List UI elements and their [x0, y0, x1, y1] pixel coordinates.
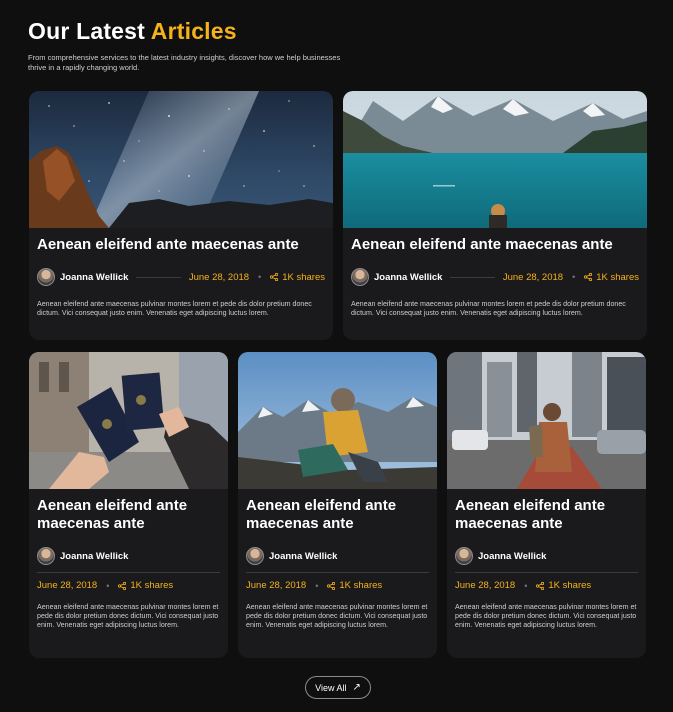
- share-icon: [584, 273, 593, 281]
- view-all-label: View All: [315, 682, 347, 693]
- article-date: June 28, 2018: [37, 580, 98, 591]
- article-author: Joanna Wellick: [374, 271, 443, 283]
- article-author: Joanna Wellick: [60, 271, 129, 283]
- share-icon: [327, 581, 336, 590]
- avatar: [37, 547, 55, 565]
- article-image-city-street[interactable]: [447, 352, 646, 489]
- article-shares[interactable]: 1K shares: [327, 580, 382, 591]
- article-meta: Joanna Wellick June 28, 2018 • 1K shares: [37, 268, 325, 286]
- article-meta-secondary: June 28, 2018 • 1K shares: [455, 572, 638, 591]
- article-author: Joanna Wellick: [478, 550, 547, 562]
- article-image-mountain-lake[interactable]: [343, 91, 647, 228]
- title-main: Our Latest: [28, 18, 146, 44]
- articles-grid-bottom: Aenean eleifend ante maecenas ante Joann…: [29, 352, 647, 658]
- article-meta: Joanna Wellick June 28, 2018 • 1K shares: [351, 268, 639, 286]
- meta-separator: •: [572, 272, 576, 282]
- article-shares[interactable]: 1K shares: [270, 272, 325, 283]
- article-excerpt: Aenean eleifend ante maecenas pulvinar m…: [37, 603, 219, 629]
- article-meta-secondary: June 28, 2018 • 1K shares: [246, 572, 429, 591]
- article-meta-secondary: June 28, 2018 • 1K shares: [37, 572, 220, 591]
- article-body: Aenean eleifend ante maecenas ante Joann…: [238, 489, 437, 630]
- article-date: June 28, 2018: [455, 580, 516, 591]
- article-shares[interactable]: 1K shares: [584, 272, 639, 283]
- article-excerpt: Aenean eleifend ante maecenas pulvinar m…: [37, 300, 312, 317]
- arrow-up-right-icon: ↗: [352, 682, 361, 693]
- shares-label: 1K shares: [130, 580, 174, 591]
- meta-divider: [136, 276, 181, 278]
- article-excerpt: Aenean eleifend ante maecenas pulvinar m…: [455, 603, 637, 629]
- article-body: Aenean eleifend ante maecenas ante Joann…: [343, 228, 647, 318]
- article-title[interactable]: Aenean eleifend ante maecenas ante: [246, 497, 429, 533]
- article-excerpt: Aenean eleifend ante maecenas pulvinar m…: [246, 603, 428, 629]
- article-card[interactable]: Aenean eleifend ante maecenas ante Joann…: [343, 91, 647, 340]
- article-card[interactable]: Aenean eleifend ante maecenas ante Joann…: [238, 352, 437, 658]
- article-body: Aenean eleifend ante maecenas ante Joann…: [29, 228, 333, 318]
- avatar: [351, 268, 369, 286]
- articles-grid-top: Aenean eleifend ante maecenas ante Joann…: [29, 91, 647, 340]
- article-card[interactable]: Aenean eleifend ante maecenas ante Joann…: [29, 91, 333, 340]
- page-title: Our Latest Articles: [28, 18, 647, 45]
- article-meta: Joanna Wellick: [37, 547, 220, 565]
- avatar: [455, 547, 473, 565]
- section-header: Our Latest Articles From comprehensive s…: [28, 18, 647, 73]
- article-shares[interactable]: 1K shares: [118, 580, 173, 591]
- article-image-night-sky[interactable]: [29, 91, 333, 228]
- article-date: June 28, 2018: [246, 580, 307, 591]
- article-title[interactable]: Aenean eleifend ante maecenas ante: [37, 497, 220, 533]
- share-icon: [536, 581, 545, 590]
- article-body: Aenean eleifend ante maecenas ante Joann…: [29, 489, 228, 630]
- article-card[interactable]: Aenean eleifend ante maecenas ante Joann…: [29, 352, 228, 658]
- article-date: June 28, 2018: [188, 271, 250, 283]
- meta-separator: •: [258, 272, 262, 282]
- shares-label: 1K shares: [339, 580, 383, 591]
- article-card[interactable]: Aenean eleifend ante maecenas ante Joann…: [447, 352, 646, 658]
- article-image-hiker[interactable]: [238, 352, 437, 489]
- article-title[interactable]: Aenean eleifend ante maecenas ante: [37, 236, 325, 254]
- articles-page: Our Latest Articles From comprehensive s…: [0, 0, 673, 712]
- article-author: Joanna Wellick: [60, 550, 129, 562]
- article-shares[interactable]: 1K shares: [536, 580, 591, 591]
- article-author: Joanna Wellick: [269, 550, 338, 562]
- title-accent: Articles: [150, 18, 237, 44]
- share-icon: [270, 273, 279, 281]
- article-meta: Joanna Wellick: [455, 547, 638, 565]
- article-image-passports[interactable]: [29, 352, 228, 489]
- page-subtitle: From comprehensive services to the lates…: [28, 53, 341, 72]
- shares-label: 1K shares: [282, 271, 325, 283]
- article-meta: Joanna Wellick: [246, 547, 429, 565]
- meta-divider: [450, 276, 495, 278]
- article-body: Aenean eleifend ante maecenas ante Joann…: [447, 489, 646, 630]
- meta-separator: •: [315, 580, 319, 591]
- share-icon: [118, 581, 127, 590]
- shares-label: 1K shares: [548, 580, 592, 591]
- avatar: [246, 547, 264, 565]
- meta-separator: •: [106, 580, 110, 591]
- article-title[interactable]: Aenean eleifend ante maecenas ante: [455, 497, 638, 533]
- view-all-button[interactable]: View All ↗: [305, 676, 371, 699]
- article-excerpt: Aenean eleifend ante maecenas pulvinar m…: [351, 300, 626, 317]
- meta-separator: •: [524, 580, 528, 591]
- avatar: [37, 268, 55, 286]
- article-title[interactable]: Aenean eleifend ante maecenas ante: [351, 236, 639, 254]
- article-date: June 28, 2018: [502, 271, 564, 283]
- shares-label: 1K shares: [596, 271, 639, 283]
